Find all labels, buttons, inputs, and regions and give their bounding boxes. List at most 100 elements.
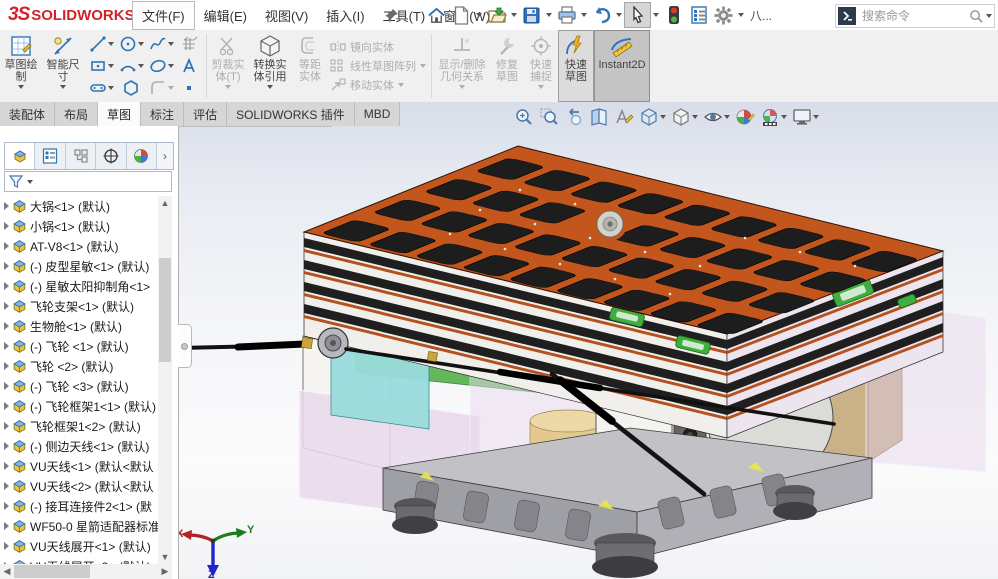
offset-entities-button[interactable]: 等距实体 (293, 30, 327, 102)
command-tab[interactable]: MBD (355, 102, 401, 126)
expand-arrow-icon[interactable] (4, 422, 9, 430)
view-settings-caret[interactable] (813, 115, 819, 119)
feature-tree-item[interactable]: (-) 侧边天线<1> (默认) (0, 436, 158, 456)
tab-feature-manager[interactable] (5, 143, 35, 169)
tree-horizontal-scrollbar[interactable]: ◀ ▶ (0, 564, 172, 579)
select-tool-button[interactable] (624, 2, 651, 28)
scroll-right-arrow[interactable]: ▶ (158, 565, 172, 579)
expand-arrow-icon[interactable] (4, 402, 9, 410)
repair-sketch-button[interactable]: 修复草图 (490, 30, 524, 102)
undo-caret[interactable] (614, 3, 624, 27)
feature-tree-item[interactable]: (-) 星敏太阳抑制角<1> (0, 276, 158, 296)
command-tab[interactable]: 布局 (55, 102, 98, 126)
circle-caret[interactable] (138, 42, 144, 46)
feature-tree-item[interactable]: VU天线展开<1> (默认) (0, 536, 158, 556)
arc-caret[interactable] (138, 64, 144, 68)
rectangle-caret[interactable] (108, 64, 114, 68)
expand-arrow-icon[interactable] (4, 262, 9, 270)
sketch-3d-tool[interactable] (176, 33, 202, 55)
scroll-left-arrow[interactable]: ◀ (0, 565, 14, 579)
feature-tree-item[interactable]: VU天线<2> (默认<默认 (0, 476, 158, 496)
display-style-button[interactable] (671, 107, 698, 127)
zoom-to-area-button[interactable] (539, 107, 559, 127)
save-button[interactable] (519, 3, 544, 27)
menu-item[interactable]: 编辑(E) (195, 2, 256, 29)
slot-caret[interactable] (108, 86, 114, 90)
undo-button[interactable] (589, 3, 614, 27)
quick-snaps-button[interactable]: 快速捕捉 (524, 30, 558, 102)
line-tool[interactable] (86, 33, 116, 55)
view-settings-button[interactable] (792, 107, 819, 127)
arc-tool[interactable] (116, 55, 146, 77)
search-scope-caret[interactable] (984, 4, 994, 28)
rebuild-button[interactable] (661, 3, 686, 27)
expand-arrow-icon[interactable] (4, 202, 9, 210)
menu-item[interactable]: 文件(F) (132, 1, 195, 30)
feature-tree-item[interactable]: (-) 皮型星敏<1> (默认) (0, 256, 158, 276)
search-icon[interactable] (969, 9, 984, 24)
expand-arrow-icon[interactable] (4, 502, 9, 510)
convert-entities-button[interactable]: 转换实体引用 (247, 30, 293, 102)
expand-arrow-icon[interactable] (4, 382, 9, 390)
select-tool-caret[interactable] (651, 3, 661, 27)
home-button[interactable] (424, 3, 449, 27)
tab-property-manager[interactable] (35, 143, 65, 169)
sketch-draw-caret[interactable] (18, 85, 24, 89)
open-caret[interactable] (509, 3, 519, 27)
hide-show-caret[interactable] (724, 115, 730, 119)
command-tab[interactable]: 标注 (141, 102, 184, 126)
display-relations-button[interactable]: 显示/删除几何关系 (434, 30, 490, 102)
quick-snaps-caret[interactable] (538, 85, 544, 89)
menu-item[interactable]: 视图(V) (256, 2, 317, 29)
apply-scene-caret[interactable] (781, 115, 787, 119)
settings-caret[interactable] (736, 3, 746, 27)
linear-pattern-button[interactable]: 线性草图阵列 (330, 58, 426, 74)
spline-tool[interactable] (146, 33, 176, 55)
expand-arrow-icon[interactable] (4, 342, 9, 350)
tab-dimxpert-manager[interactable] (96, 143, 126, 169)
ellipse-tool[interactable] (146, 55, 176, 77)
save-caret[interactable] (544, 3, 554, 27)
convert-entities-caret[interactable] (267, 85, 273, 89)
menu-item[interactable]: 插入(I) (317, 2, 373, 29)
toolbar-overflow-label[interactable]: 八... (746, 7, 776, 24)
command-tab[interactable]: SOLIDWORKS 插件 (227, 102, 355, 126)
polygon-tool[interactable] (116, 77, 146, 99)
zoom-to-fit-button[interactable] (514, 107, 534, 127)
feature-tree-item[interactable]: 大锅<1> (默认) (0, 196, 158, 216)
feature-tree-item[interactable]: VU天线展开<2> (默认) (0, 556, 158, 564)
pin-menu-icon[interactable] (383, 7, 401, 25)
scroll-down-arrow[interactable]: ▼ (158, 550, 172, 564)
scroll-up-arrow[interactable]: ▲ (158, 196, 172, 210)
tab-configuration-manager[interactable] (66, 143, 96, 169)
feature-tree-item[interactable]: 生物舱<1> (默认) (0, 316, 158, 336)
fillet-tool[interactable] (146, 77, 176, 99)
command-tab[interactable]: 草图 (98, 102, 141, 126)
feature-tree-item[interactable]: (-) 飞轮 <3> (默认) (0, 376, 158, 396)
panel-tab-overflow-chevron[interactable]: › (157, 143, 173, 169)
move-entities-caret[interactable] (398, 83, 404, 87)
panel-splitter-handle[interactable] (178, 324, 192, 368)
sketch-draw-button[interactable]: 草图绘制 (0, 30, 42, 102)
command-tab[interactable]: 评估 (184, 102, 227, 126)
apply-scene-button[interactable] (760, 107, 787, 127)
annotation-view-button[interactable] (614, 107, 634, 127)
new-document-button[interactable] (449, 3, 474, 27)
feature-tree-item[interactable]: (-) 接耳连接件2<1> (默 (0, 496, 158, 516)
expand-arrow-icon[interactable] (4, 482, 9, 490)
expand-arrow-icon[interactable] (4, 522, 9, 530)
tree-vertical-scrollbar[interactable]: ▲ ▼ (158, 196, 172, 564)
feature-tree-item[interactable]: VU天线<1> (默认<默认 (0, 456, 158, 476)
feature-tree-item[interactable]: (-) 飞轮框架1<1> (默认) (0, 396, 158, 416)
smart-dimension-button[interactable]: 智能尺寸 (42, 30, 84, 102)
rectangle-tool[interactable] (86, 55, 116, 77)
ellipse-caret[interactable] (168, 64, 174, 68)
expand-arrow-icon[interactable] (4, 542, 9, 550)
options-list-button[interactable] (686, 3, 711, 27)
feature-tree-item[interactable]: 飞轮 <2> (默认) (0, 356, 158, 376)
view-orientation-button[interactable] (639, 107, 666, 127)
search-input[interactable] (860, 8, 969, 24)
feature-tree-item[interactable]: AT-V8<1> (默认) (0, 236, 158, 256)
trim-entities-caret[interactable] (225, 85, 231, 89)
feature-tree-item[interactable]: 小锅<1> (默认) (0, 216, 158, 236)
